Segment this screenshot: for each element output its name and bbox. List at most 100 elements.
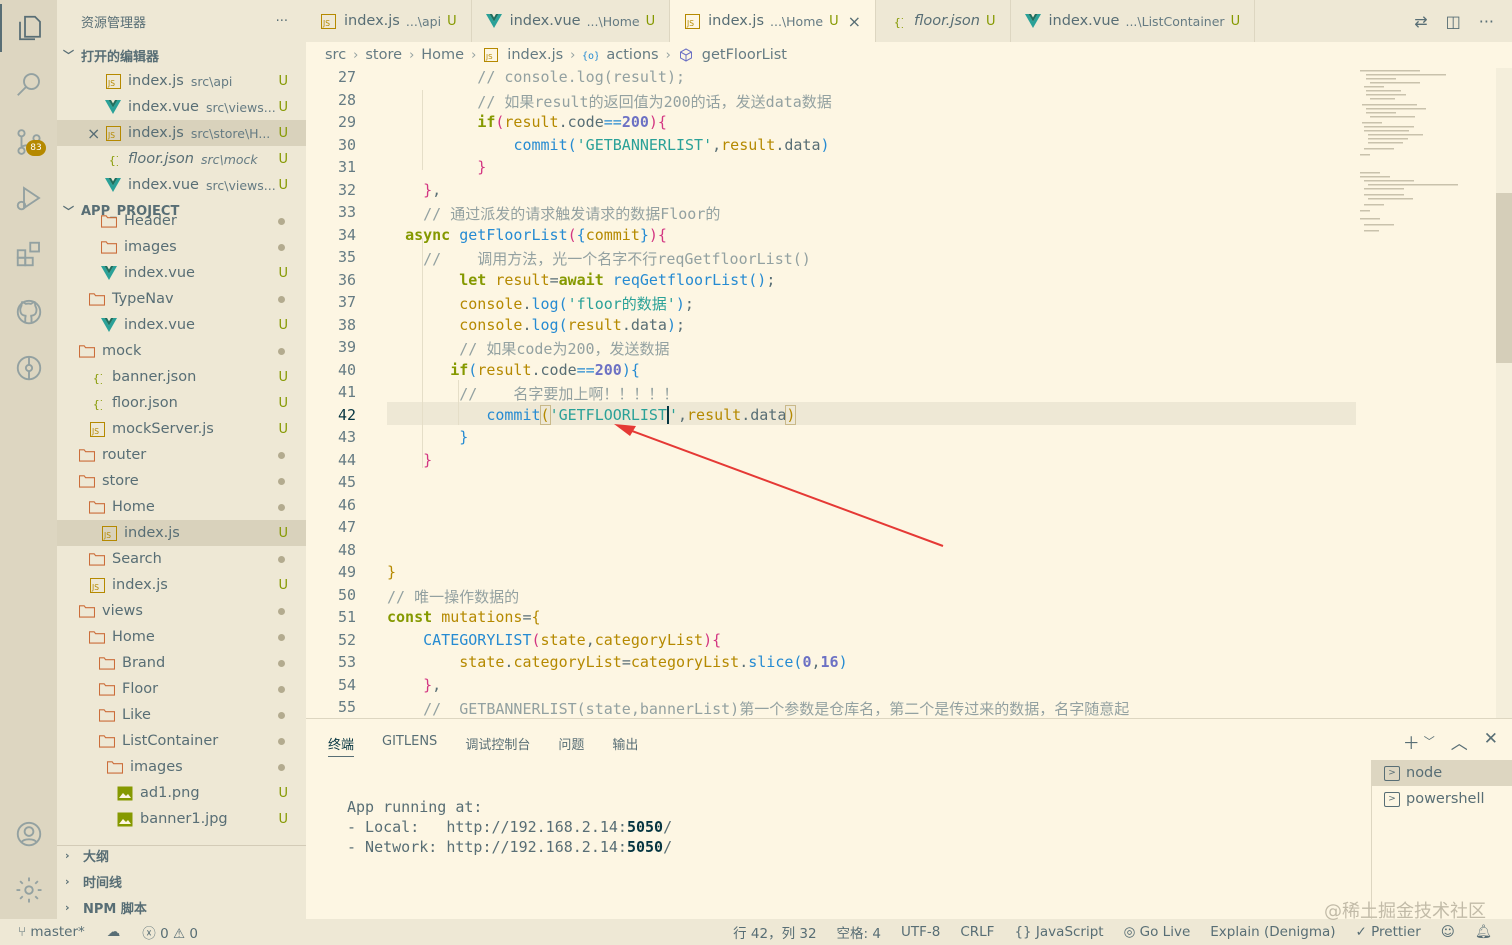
outline-label: 大纲	[83, 849, 110, 865]
breadcrumb-method[interactable]: getFloorList	[702, 47, 787, 63]
terminal-instance[interactable]: > node	[1372, 760, 1512, 786]
breadcrumb-home[interactable]: Home	[421, 47, 464, 63]
outline-section[interactable]: › 大纲	[57, 842, 306, 868]
maximize-panel-icon[interactable]: ︿	[1451, 729, 1468, 754]
tree-item[interactable]: images	[57, 234, 306, 260]
editor-scrollbar[interactable]	[1496, 68, 1512, 718]
source-control-icon[interactable]: 83	[0, 118, 57, 166]
code-editor[interactable]: 27 28 29 30 31 32 33 34 35 36 37 38 39 40 41 42 43 44 45 46…	[306, 68, 1512, 718]
explorer-icon[interactable]	[0, 4, 57, 52]
explain-button[interactable]: Explain (Denigma)	[1210, 924, 1335, 940]
language-mode[interactable]: {} JavaScript	[1014, 924, 1103, 940]
tree-item[interactable]: JS mockServer.js U	[57, 416, 306, 442]
problems-status[interactable]: ⓧ 0 ⚠ 0	[142, 922, 198, 942]
tree-item[interactable]: views	[57, 598, 306, 624]
sync-icon[interactable]: ☁	[107, 924, 121, 940]
cursor-position[interactable]: 行 42，列 32	[733, 922, 816, 942]
new-terminal-plus-icon[interactable]: ＋	[1403, 729, 1420, 754]
close-panel-icon[interactable]: ✕	[1484, 729, 1498, 754]
indentation[interactable]: 空格: 4	[837, 922, 881, 942]
tree-item[interactable]: Search	[57, 546, 306, 572]
go-live-button[interactable]: ◎ Go Live	[1124, 924, 1191, 940]
tree-item[interactable]: ListContainer	[57, 728, 306, 754]
breadcrumb-store[interactable]: store	[365, 47, 402, 63]
scrollbar-thumb[interactable]	[1496, 193, 1512, 363]
open-editors-section[interactable]: ﹀ 打开的编辑器	[57, 42, 306, 68]
tree-item[interactable]: {} banner.json U	[57, 364, 306, 390]
chevron-right-icon: ›	[409, 47, 415, 63]
tree-item[interactable]: Header	[57, 208, 306, 234]
panel-tab[interactable]: GITLENS	[382, 727, 437, 757]
breadcrumb-src[interactable]: src	[325, 47, 346, 63]
encoding[interactable]: UTF-8	[901, 924, 940, 940]
tree-item[interactable]: JS index.js U	[57, 520, 306, 546]
tab-path: ...\Home	[586, 13, 640, 29]
tree-item[interactable]: images	[57, 754, 306, 780]
editor-tab[interactable]: {} floor.json U	[876, 0, 1011, 42]
gitlens-icon[interactable]	[0, 344, 57, 392]
editor-tab[interactable]: index.vue ...\Home U	[472, 0, 671, 42]
panel-tab[interactable]: 问题	[558, 727, 584, 757]
tree-item[interactable]: store	[57, 468, 306, 494]
folder-icon	[101, 213, 117, 229]
account-icon[interactable]	[0, 810, 57, 858]
tree-item[interactable]: Floor	[57, 676, 306, 702]
more-actions-icon[interactable]: ···	[1479, 12, 1494, 31]
minimap[interactable]	[1356, 68, 1476, 718]
editor-tab[interactable]: index.vue ...\ListContainer U	[1011, 0, 1256, 42]
settings-gear-icon[interactable]	[0, 866, 57, 914]
breadcrumb-actions[interactable]: actions	[606, 47, 658, 63]
open-editor-item[interactable]: × JS index.js src\store\H... U	[57, 120, 306, 146]
github-icon[interactable]	[0, 288, 57, 336]
chevron-down-icon[interactable]: ﹀	[1424, 729, 1435, 754]
timeline-section[interactable]: › 时间线	[57, 868, 306, 894]
open-editor-item[interactable]: JS index.js src\api U	[57, 68, 306, 94]
search-icon[interactable]	[0, 60, 57, 108]
modified-dot-icon	[278, 347, 285, 355]
line-ending[interactable]: CRLF	[960, 924, 994, 940]
extensions-icon[interactable]	[0, 230, 57, 278]
open-editor-name: index.js	[128, 73, 184, 89]
git-status-badge: U	[278, 369, 288, 385]
tree-item-name: images	[124, 239, 177, 255]
panel-tab[interactable]: 终端	[328, 727, 355, 757]
bell-icon[interactable]: 🔔︎	[1475, 924, 1492, 940]
vue-file-icon	[1024, 13, 1041, 29]
tree-item-name: router	[102, 447, 147, 463]
breadcrumb-file[interactable]: index.js	[507, 47, 563, 63]
tree-item[interactable]: TypeNav	[57, 286, 306, 312]
object-icon: {o}	[582, 48, 598, 62]
compare-changes-icon[interactable]: ⇄	[1414, 12, 1427, 31]
tree-item[interactable]: JS index.js U	[57, 572, 306, 598]
tree-item[interactable]: Home	[57, 624, 306, 650]
split-editor-icon[interactable]: ◫	[1446, 12, 1461, 31]
editor-tab[interactable]: JS index.js ...\Home U ×	[670, 0, 876, 42]
terminal-instance[interactable]: > powershell	[1372, 786, 1512, 812]
close-icon[interactable]: ×	[848, 12, 861, 31]
open-editor-item[interactable]: index.vue src\views... U	[57, 172, 306, 198]
tree-item[interactable]: index.vue U	[57, 260, 306, 286]
tree-item[interactable]: Brand	[57, 650, 306, 676]
close-icon[interactable]: ×	[87, 124, 100, 143]
tree-item[interactable]: mock	[57, 338, 306, 364]
terminal-output[interactable]: App running at: - Local: http://192.168.…	[347, 797, 672, 857]
branch-status[interactable]: ⑂ master*	[18, 924, 85, 940]
explorer-more-icon[interactable]: ···	[276, 14, 288, 29]
tree-item[interactable]: banner1.jpg U	[57, 806, 306, 828]
tree-item[interactable]: {} floor.json U	[57, 390, 306, 416]
open-editor-name: index.js	[128, 125, 184, 141]
panel-tab[interactable]: 输出	[612, 727, 638, 757]
tree-item[interactable]: Like	[57, 702, 306, 728]
run-debug-icon[interactable]	[0, 174, 57, 222]
feedback-icon[interactable]: ☺	[1441, 924, 1455, 940]
open-editor-item[interactable]: index.vue src\views... U	[57, 94, 306, 120]
editor-tab[interactable]: JS index.js ...\api U	[306, 0, 472, 42]
tree-item[interactable]: Home	[57, 494, 306, 520]
npm-scripts-section[interactable]: › NPM 脚本	[57, 894, 306, 919]
prettier-button[interactable]: ✓ Prettier	[1356, 924, 1421, 940]
tree-item[interactable]: ad1.png U	[57, 780, 306, 806]
tree-item[interactable]: router	[57, 442, 306, 468]
panel-tab[interactable]: 调试控制台	[465, 727, 530, 757]
tree-item[interactable]: index.vue U	[57, 312, 306, 338]
open-editor-item[interactable]: {} floor.json src\mock U	[57, 146, 306, 172]
